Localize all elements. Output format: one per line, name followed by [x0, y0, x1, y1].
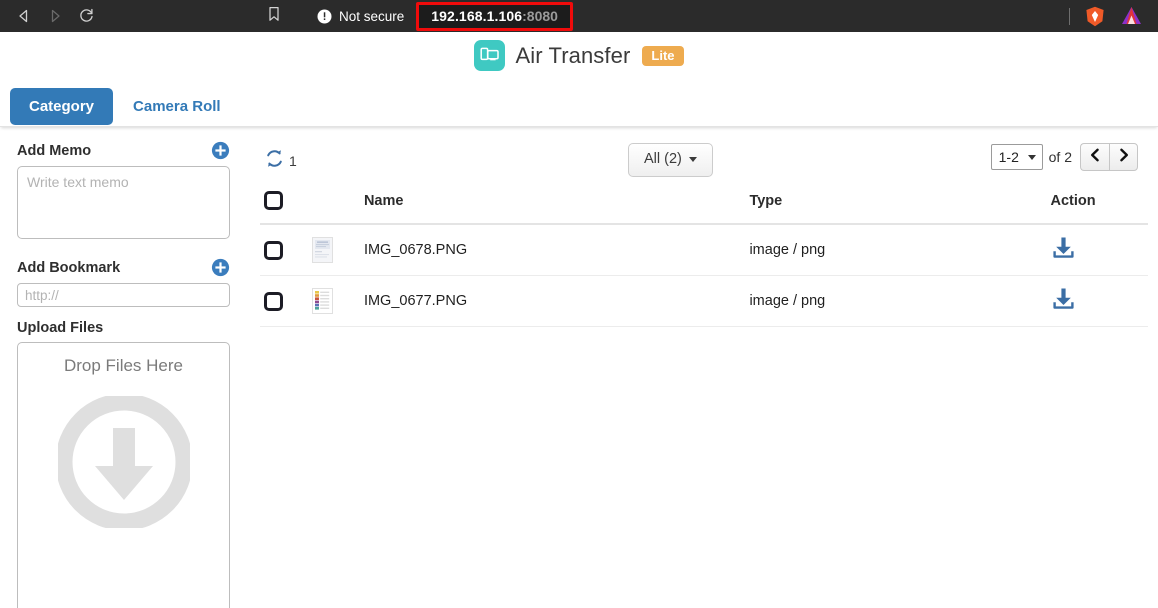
- color-swatches-thumbnail: [311, 288, 333, 314]
- file-table-head: Name Type Action: [260, 187, 1148, 225]
- back-arrow-icon: [16, 8, 32, 24]
- upload-files-label: Upload Files: [17, 320, 104, 336]
- add-bookmark-label: Add Bookmark: [17, 259, 121, 276]
- browser-extension-area: [1069, 5, 1148, 27]
- app-brand: Air Transfer Lite: [0, 32, 1158, 71]
- pagination: 1-2 of 2: [990, 143, 1138, 171]
- download-icon: [1051, 286, 1076, 316]
- page-total-label: of 2: [1048, 149, 1072, 165]
- toolbar-divider: [1069, 7, 1070, 25]
- bookmark-button[interactable]: [261, 3, 287, 29]
- file-name[interactable]: IMG_0678.PNG: [363, 224, 750, 276]
- sidebar: Add Memo Add Bookmark: [0, 127, 248, 608]
- select-all-header: [260, 187, 312, 225]
- file-list-panel: 1 All (2) 1-2 of 2 Name Type Action IMG_…: [248, 127, 1158, 607]
- add-bookmark-button[interactable]: [211, 258, 230, 277]
- file-dropzone[interactable]: Drop Files Here: [17, 342, 230, 608]
- refresh-group[interactable]: 1: [260, 148, 297, 174]
- select-all-checkbox[interactable]: [264, 191, 283, 210]
- row-checkbox[interactable]: [264, 240, 283, 260]
- brave-lion-icon[interactable]: [1084, 5, 1106, 27]
- file-type: image / png: [749, 275, 1051, 327]
- row-thumbnail-cell: [311, 275, 364, 327]
- row-select-cell: [260, 224, 312, 276]
- add-memo-label: Add Memo: [17, 142, 92, 159]
- back-button[interactable]: [10, 2, 38, 30]
- download-button[interactable]: [1051, 286, 1076, 316]
- refresh-icon[interactable]: [264, 148, 285, 174]
- row-checkbox[interactable]: [264, 291, 283, 311]
- address-bar[interactable]: 192.168.1.106 :8080: [416, 1, 573, 31]
- dropzone-text: Drop Files Here: [63, 356, 184, 375]
- reload-button[interactable]: [72, 2, 100, 30]
- page-content: Add Memo Add Bookmark: [0, 127, 1158, 608]
- caret-down-icon: [688, 156, 697, 162]
- prev-page-button[interactable]: [1080, 143, 1109, 171]
- air-transfer-logo-icon: [474, 40, 506, 71]
- column-header-type: Type: [749, 187, 1051, 225]
- tab-category[interactable]: Category: [10, 88, 114, 125]
- not-secure-warning-icon: [317, 9, 332, 24]
- bookmark-url-input[interactable]: [17, 283, 230, 307]
- add-memo-header: Add Memo: [17, 141, 230, 160]
- add-memo-button[interactable]: [211, 141, 230, 160]
- filter-label: All (2): [644, 151, 682, 167]
- url-host-text: 192.168.1.106: [431, 7, 523, 24]
- browser-toolbar: Not secure 192.168.1.106 :8080: [0, 0, 1158, 32]
- memo-input[interactable]: [17, 166, 230, 239]
- thumbnail-header: [311, 187, 364, 225]
- chevron-left-icon: [1088, 148, 1102, 167]
- file-toolbar: 1 All (2) 1-2 of 2: [260, 141, 1148, 181]
- page-range-select-shell: 1-2: [990, 144, 1043, 170]
- row-thumbnail-cell: [311, 224, 364, 276]
- forward-arrow-icon: [47, 8, 63, 24]
- download-button[interactable]: [1051, 235, 1076, 265]
- row-action-cell: [1050, 275, 1148, 327]
- row-select-cell: [260, 275, 312, 327]
- site-security-status[interactable]: Not secure: [317, 9, 404, 24]
- chevron-right-icon: [1117, 148, 1131, 167]
- document-screenshot-thumbnail: [311, 237, 333, 263]
- file-name[interactable]: IMG_0677.PNG: [363, 275, 750, 327]
- url-port-text: :8080: [522, 7, 558, 24]
- file-type: image / png: [749, 224, 1051, 276]
- reload-icon: [78, 8, 95, 25]
- table-header-row: Name Type Action: [260, 187, 1148, 225]
- tab-camera-roll[interactable]: Camera Roll: [119, 88, 235, 125]
- table-row[interactable]: IMG_0678.PNG image / png: [260, 224, 1148, 276]
- app-header: Air Transfer Lite Category Camera Roll: [0, 32, 1158, 127]
- file-table: Name Type Action IMG_0678.PNG image / pn…: [260, 187, 1148, 327]
- row-action-cell: [1050, 224, 1148, 276]
- filter-dropdown-button[interactable]: All (2): [628, 143, 713, 177]
- next-page-button[interactable]: [1109, 143, 1138, 171]
- forward-button[interactable]: [41, 2, 69, 30]
- download-icon: [1051, 235, 1076, 265]
- pager-buttons: [1080, 143, 1138, 171]
- table-row[interactable]: IMG_0677.PNG image / png: [260, 275, 1148, 327]
- download-circle-icon: [18, 396, 229, 528]
- bookmark-icon: [267, 6, 281, 27]
- refresh-count: 1: [289, 153, 297, 169]
- column-header-name: Name: [363, 187, 750, 225]
- main-tabs: Category Camera Roll: [10, 88, 235, 125]
- page-range-select[interactable]: 1-2: [990, 144, 1043, 170]
- page-title: Air Transfer: [515, 42, 631, 68]
- brave-triangle-icon[interactable]: [1120, 5, 1142, 27]
- file-table-body: IMG_0678.PNG image / png IMG_0677.PNG im…: [260, 224, 1148, 327]
- edition-badge: Lite: [642, 45, 684, 66]
- add-bookmark-header: Add Bookmark: [17, 258, 230, 277]
- column-header-action: Action: [1050, 187, 1148, 225]
- security-label: Not secure: [339, 8, 405, 24]
